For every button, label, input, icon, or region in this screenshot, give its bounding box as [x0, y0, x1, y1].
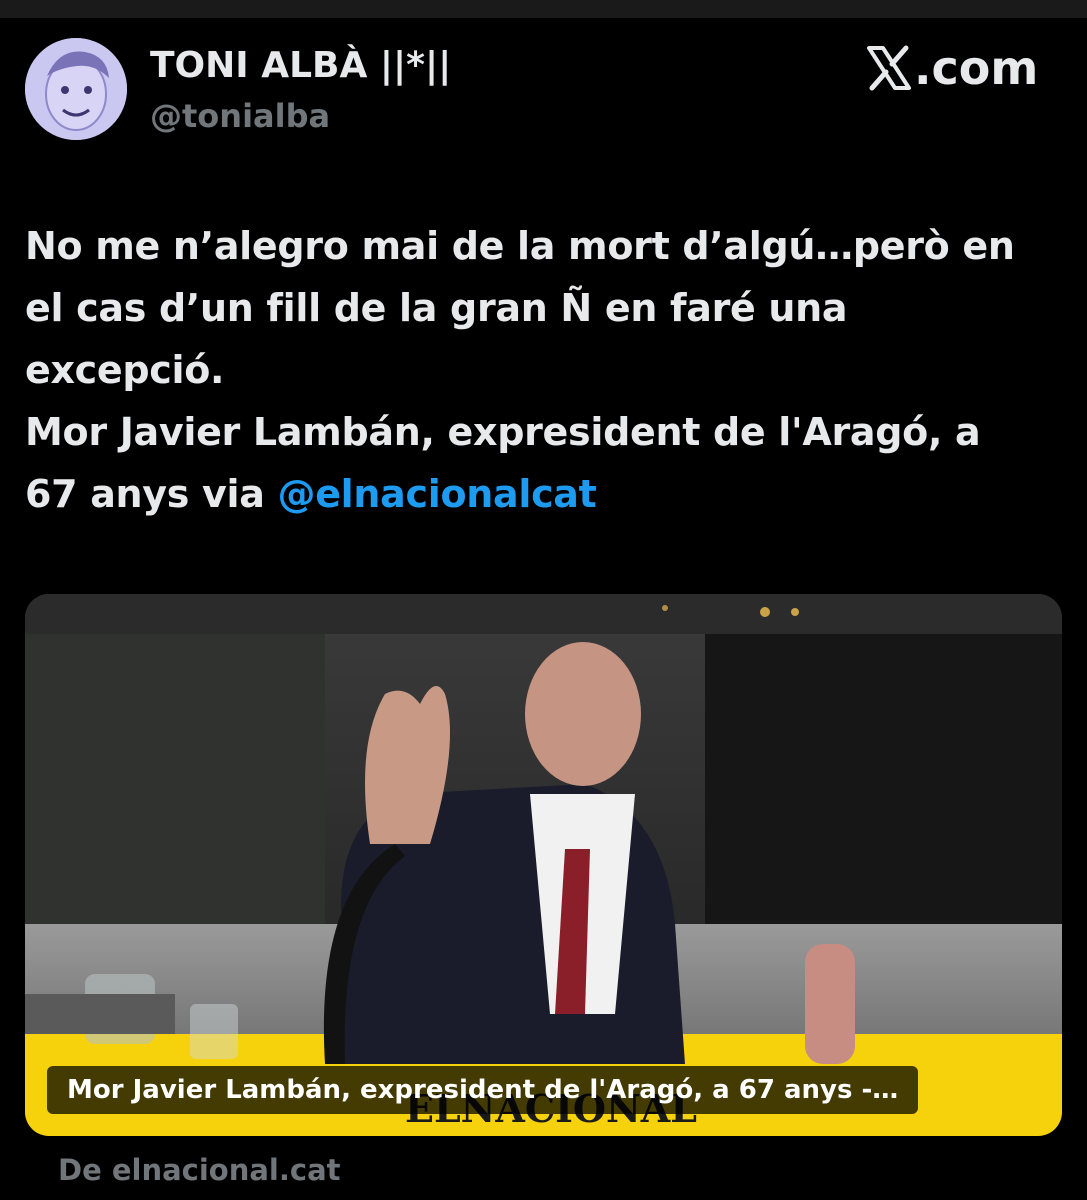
tweet-line-prefix: 67 anys via	[25, 472, 278, 516]
card-source[interactable]: De elnacional.cat	[58, 1148, 341, 1192]
x-com-site-label: .com	[914, 41, 1039, 95]
card-title[interactable]: Mor Javier Lambán, expresident de l'Arag…	[47, 1066, 919, 1114]
tweet-line: No me n’alegro mai de la mort d’algú…per…	[25, 224, 1015, 268]
author-handle[interactable]: @tonialba	[150, 96, 330, 136]
link-card[interactable]: ELNACIONAL Mor Javier Lambán, expresiden…	[25, 594, 1062, 1136]
tweet-line-last: 67 anys via @elnacionalcat	[25, 463, 1070, 525]
tweet-line: Mor Javier Lambán, expresident de l'Arag…	[25, 410, 981, 454]
top-strip	[0, 0, 1087, 18]
x-logo-icon	[867, 45, 911, 91]
mention-link[interactable]: @elnacionalcat	[278, 472, 597, 516]
avatar-face-icon	[25, 38, 127, 140]
tweet-line: excepció.	[25, 348, 225, 392]
tweet-line: el cas d’un fill de la gran Ñ en faré un…	[25, 286, 848, 330]
avatar[interactable]	[25, 38, 127, 140]
author-display-name[interactable]: TONI ALBÀ ||*||	[150, 44, 451, 88]
tweet-text: No me n’alegro mai de la mort d’algú…per…	[25, 215, 1070, 525]
news-photo: ELNACIONAL	[25, 594, 1062, 1136]
x-com-logo: .com	[866, 38, 1038, 98]
